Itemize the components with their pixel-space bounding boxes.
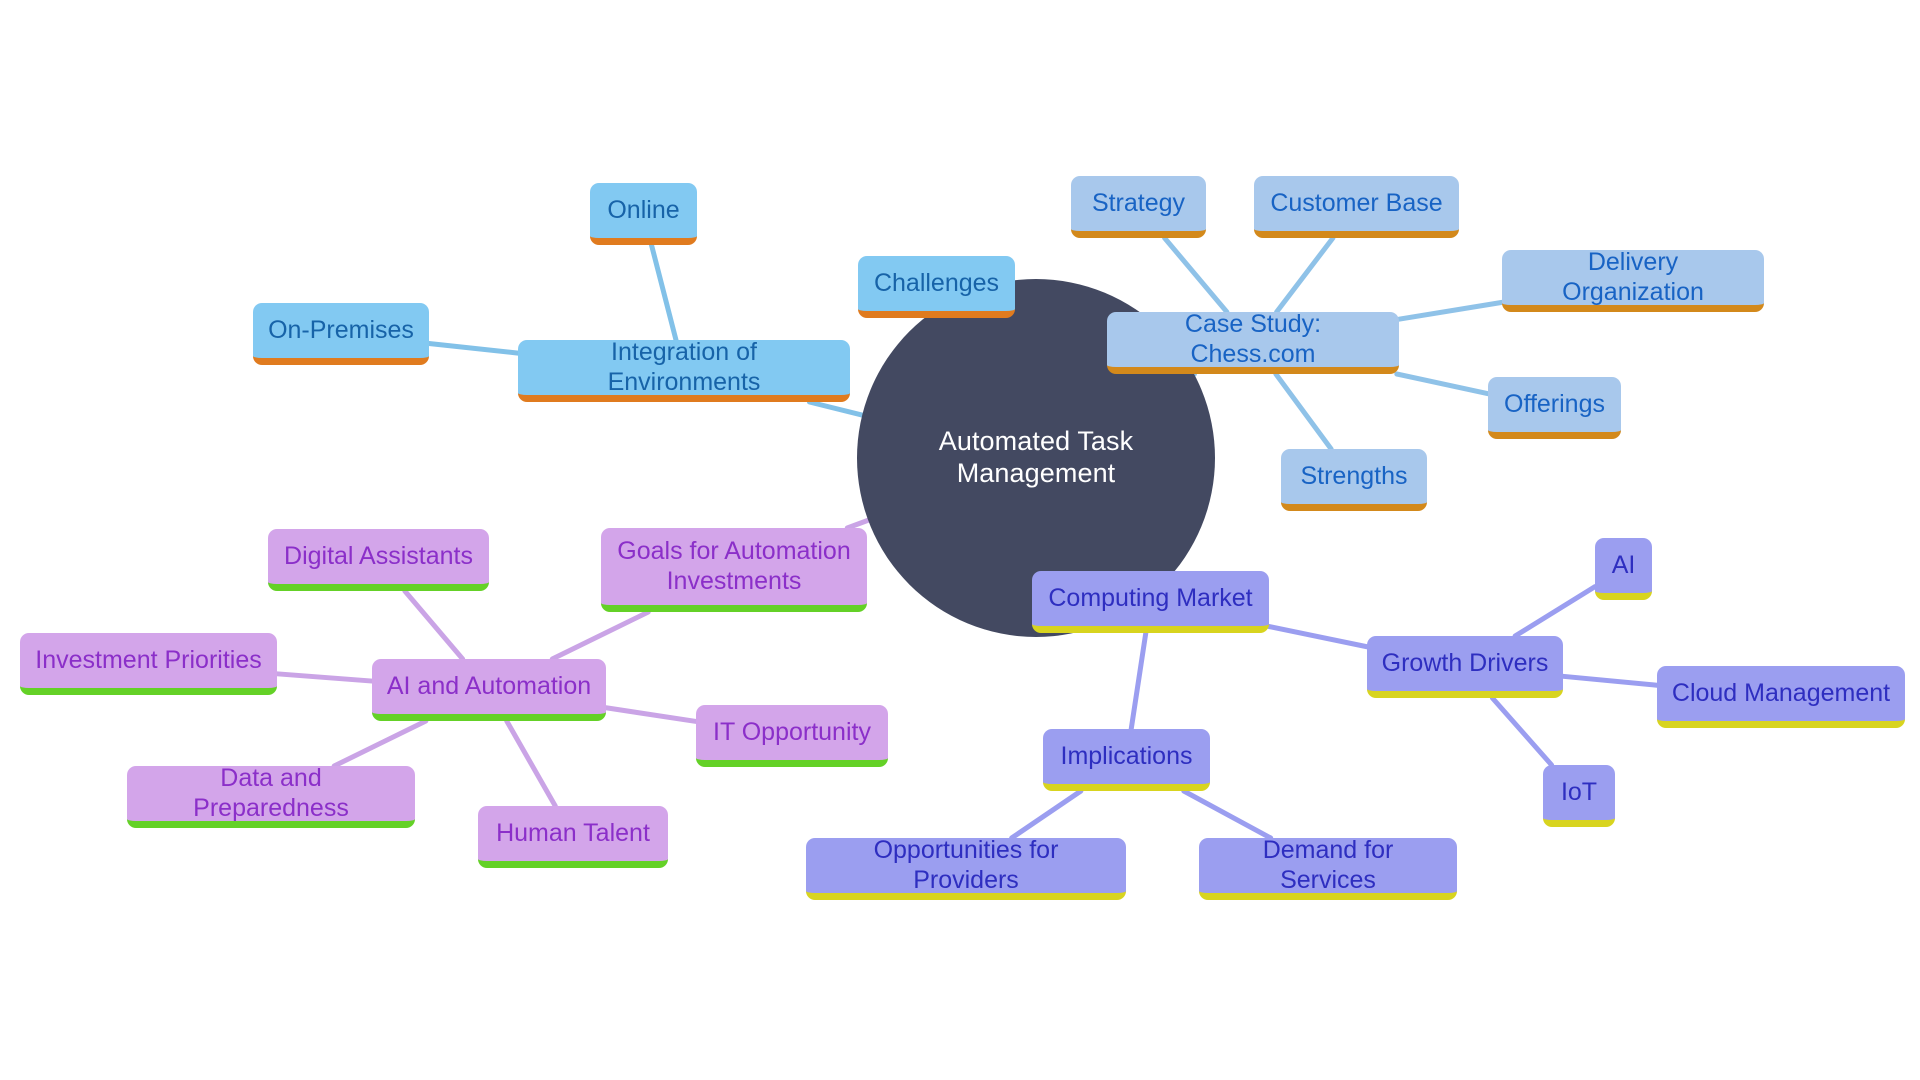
mindmap-edge-goals-automation-to-ai-automation (549, 609, 651, 662)
mindmap-node-on-premises[interactable]: On-Premises (253, 303, 429, 365)
mindmap-node-label: Demand for Services (1262, 836, 1394, 894)
mindmap-node-label: Implications (1060, 741, 1193, 770)
mindmap-edge-computing-market-to-implications (1128, 630, 1149, 732)
mindmap-node-cloud-management[interactable]: Cloud Management (1657, 666, 1905, 728)
mindmap-edge-root-to-integration (806, 399, 872, 420)
mindmap-node-label: Opportunities for Providers (873, 836, 1059, 894)
mindmap-node-ai[interactable]: AI (1595, 538, 1652, 600)
mindmap-node-label: Goals for Automation Investments (617, 537, 851, 595)
mindmap-node-label: Growth Drivers (1381, 648, 1549, 677)
mindmap-edge-ai-automation-to-human-talent (504, 718, 558, 809)
mindmap-node-label: AI and Automation (386, 671, 592, 700)
mindmap-edge-computing-market-to-growth-drivers (1266, 623, 1370, 650)
mindmap-edge-growth-drivers-to-iot (1489, 695, 1555, 768)
mindmap-node-label: Online (607, 195, 680, 224)
mindmap-node-investment-prior[interactable]: Investment Priorities (20, 633, 277, 695)
mindmap-edge-ai-automation-to-it-opportunity (603, 705, 699, 724)
mindmap-node-label: Challenges (873, 268, 1000, 297)
mindmap-node-delivery-org[interactable]: Delivery Organization (1502, 248, 1764, 312)
mindmap-node-offerings[interactable]: Offerings (1488, 377, 1621, 439)
central-node-label: Automated Task Management (938, 426, 1134, 488)
mindmap-node-label: Investment Priorities (35, 645, 262, 674)
mindmap-node-growth-drivers[interactable]: Growth Drivers (1367, 636, 1563, 698)
mindmap-edge-ai-automation-to-digital-assistants (402, 588, 466, 662)
mindmap-node-customer-base[interactable]: Customer Base (1254, 176, 1459, 238)
mindmap-edge-growth-drivers-to-cloud-management (1560, 673, 1660, 688)
mindmap-node-implications[interactable]: Implications (1043, 729, 1210, 791)
mindmap-node-opportunities[interactable]: Opportunities for Providers (806, 836, 1126, 900)
mindmap-node-data-preparedness[interactable]: Data and Preparedness (127, 764, 415, 828)
mindmap-edge-case-study-to-customer-base (1274, 235, 1336, 315)
mindmap-node-label: Human Talent (496, 818, 650, 847)
mindmap-edge-case-study-to-strategy (1162, 235, 1230, 315)
mindmap-node-label: Strengths (1300, 461, 1408, 490)
mindmap-node-challenges[interactable]: Challenges (858, 256, 1015, 318)
mindmap-node-case-study[interactable]: Case Study: Chess.com (1107, 310, 1399, 374)
mindmap-node-demand-services[interactable]: Demand for Services (1199, 836, 1457, 900)
mindmap-node-label: AI (1611, 550, 1636, 579)
mindmap-node-label: Cloud Management (1671, 678, 1891, 707)
mindmap-node-computing-market[interactable]: Computing Market (1032, 571, 1269, 633)
mindmap-edge-ai-automation-to-data-preparedness (331, 718, 429, 769)
mindmap-node-label: Offerings (1504, 389, 1605, 418)
mindmap-node-it-opportunity[interactable]: IT Opportunity (696, 705, 888, 767)
mindmap-node-online[interactable]: Online (590, 183, 697, 245)
mindmap-node-label: IoT (1560, 777, 1598, 806)
mindmap-node-digital-assistants[interactable]: Digital Assistants (268, 529, 489, 591)
mindmap-node-integration[interactable]: Integration of Environments (518, 338, 850, 402)
mindmap-edge-implications-to-demand-services (1181, 788, 1274, 841)
mindmap-edge-case-study-to-offerings (1394, 371, 1491, 397)
mindmap-edge-implications-to-opportunities (1009, 788, 1084, 841)
mindmap-edge-integration-to-online (648, 242, 679, 343)
mindmap-node-label: Case Study: Chess.com (1184, 310, 1322, 368)
mindmap-node-strategy[interactable]: Strategy (1071, 176, 1206, 238)
mindmap-node-label: Digital Assistants (284, 541, 473, 570)
mindmap-edge-growth-drivers-to-ai (1512, 584, 1598, 639)
mindmap-node-label: Integration of Environments (607, 338, 761, 396)
mindmap-node-label: Data and Preparedness (193, 764, 349, 822)
mindmap-node-label: On-Premises (268, 315, 414, 344)
mind-map-canvas: Online On-Premises Integration of Environm… (0, 0, 1920, 1080)
mindmap-node-strengths[interactable]: Strengths (1281, 449, 1427, 511)
mindmap-node-label: Delivery Organization (1562, 248, 1704, 306)
mindmap-edge-integration-to-on-premises (426, 340, 521, 356)
mindmap-node-label: IT Opportunity (713, 717, 871, 746)
mindmap-edge-case-study-to-delivery-org (1396, 299, 1505, 322)
mindmap-node-iot[interactable]: IoT (1543, 765, 1615, 827)
mindmap-edge-case-study-to-strengths (1273, 371, 1334, 452)
mindmap-node-human-talent[interactable]: Human Talent (478, 806, 668, 868)
mindmap-node-label: Customer Base (1270, 188, 1443, 217)
mindmap-edge-ai-automation-to-investment-prior (274, 671, 375, 684)
mindmap-node-ai-automation[interactable]: AI and Automation (372, 659, 606, 721)
mindmap-node-goals-automation[interactable]: Goals for Automation Investments (601, 528, 867, 612)
mindmap-node-label: Strategy (1091, 188, 1186, 217)
mindmap-node-label: Computing Market (1048, 583, 1253, 612)
